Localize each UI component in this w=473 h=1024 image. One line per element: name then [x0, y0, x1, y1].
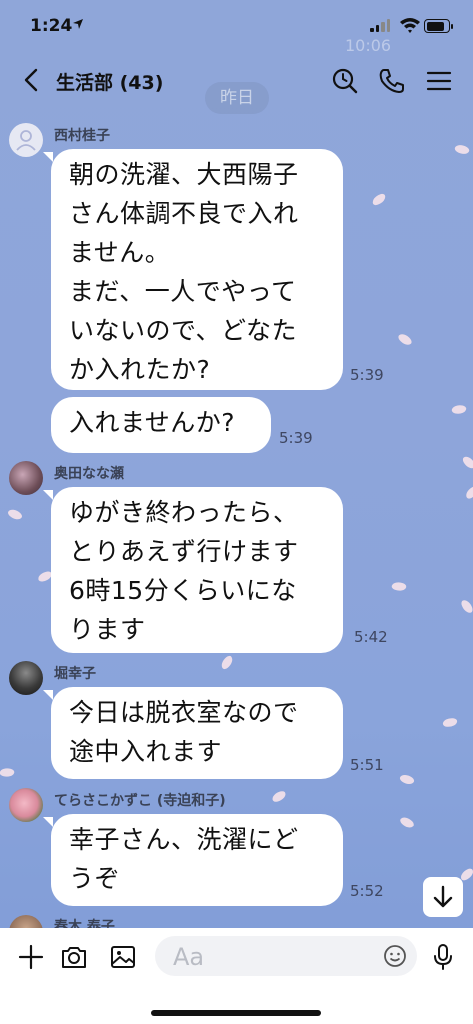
sender-name: 奥田なな瀬 — [54, 466, 124, 482]
message-bubble[interactable]: 今日は脱衣室なので 途中入れます — [51, 687, 343, 779]
message-input-bar: Aa — [0, 928, 473, 1024]
background-timestamp: 10:06 — [345, 36, 392, 55]
avatar[interactable] — [9, 661, 43, 695]
message-input[interactable]: Aa — [155, 936, 417, 976]
sender-name: 堀幸子 — [54, 666, 96, 682]
signal-icon — [370, 18, 392, 32]
message-bubble[interactable]: 入れませんか? — [51, 397, 271, 453]
search-clock-icon[interactable] — [330, 66, 360, 96]
emoji-icon[interactable] — [381, 942, 409, 970]
bubble-tail — [43, 817, 53, 827]
avatar[interactable] — [9, 123, 43, 157]
status-time: 1:24 — [30, 16, 73, 36]
menu-icon[interactable] — [424, 66, 454, 96]
sender-name: 西村桂子 — [54, 128, 110, 144]
message-time: 5:39 — [279, 429, 313, 447]
location-arrow-icon — [72, 18, 84, 34]
input-placeholder: Aa — [173, 943, 205, 971]
chat-header: 生活部 (43) — [0, 56, 473, 106]
chevron-left-icon[interactable] — [18, 66, 46, 94]
message-bubble[interactable]: ゆがき終わったら、 とりあえず行けます 6時15分くらいにな ります — [51, 487, 343, 653]
message-bubble[interactable]: 朝の洗濯、大西陽子 さん体調不良で入れ ません。 まだ、一人でやって いないので… — [51, 149, 343, 390]
avatar[interactable] — [9, 461, 43, 495]
battery-icon — [424, 19, 453, 33]
bubble-tail — [43, 690, 53, 700]
status-bar: 1:24 — [0, 0, 473, 56]
bubble-tail — [43, 152, 53, 162]
message-time: 5:51 — [350, 756, 384, 774]
chat-title: 生活部 (43) — [56, 72, 164, 94]
phone-icon[interactable] — [377, 66, 407, 96]
wifi-icon — [399, 16, 421, 34]
plus-icon[interactable] — [16, 942, 46, 972]
arrow-down-icon[interactable] — [423, 877, 463, 917]
message-time: 5:52 — [350, 882, 384, 900]
sender-name: てらさこかずこ (寺迫和子) — [54, 793, 226, 809]
message-bubble[interactable]: 幸子さん、洗濯にど うぞ — [51, 814, 343, 906]
avatar[interactable] — [9, 788, 43, 822]
message-time: 5:42 — [354, 628, 388, 646]
bubble-tail — [43, 490, 53, 500]
mic-icon[interactable] — [428, 942, 458, 972]
camera-icon[interactable] — [59, 942, 89, 972]
home-indicator — [151, 1010, 321, 1016]
image-icon[interactable] — [108, 942, 138, 972]
message-time: 5:39 — [350, 366, 384, 384]
